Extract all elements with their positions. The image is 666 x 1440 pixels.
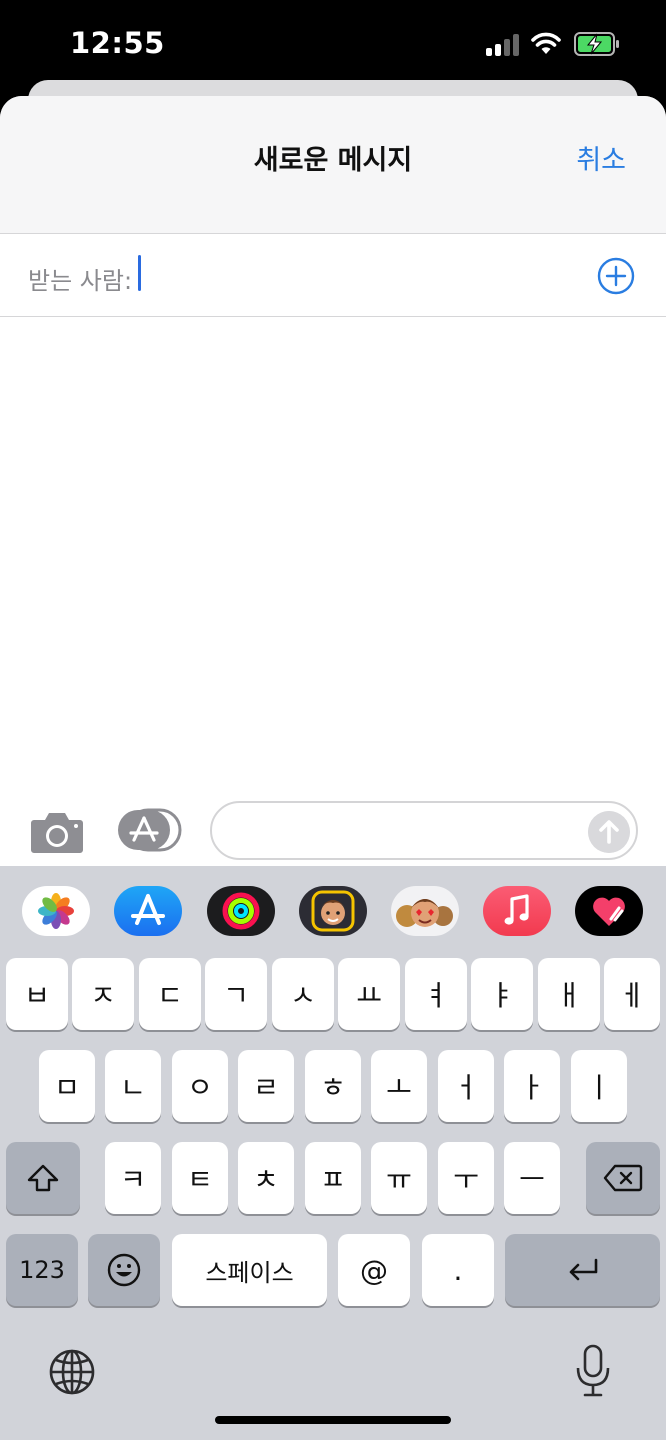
wifi-icon	[531, 32, 561, 54]
digital-touch-app-icon[interactable]	[575, 886, 643, 936]
text-cursor	[138, 255, 141, 291]
numbers-key-label: 123	[19, 1256, 65, 1284]
key[interactable]: ㅌ	[172, 1142, 228, 1214]
space-key[interactable]: 스페이스	[172, 1234, 327, 1306]
status-time: 12:55	[70, 26, 165, 60]
home-indicator	[215, 1416, 451, 1424]
message-input[interactable]	[210, 801, 638, 860]
recipient-field[interactable]: 받는 사람:	[0, 235, 666, 317]
key[interactable]: ㅁ	[39, 1050, 95, 1122]
key[interactable]: ㄷ	[139, 958, 201, 1030]
key[interactable]: ㅐ	[538, 958, 600, 1030]
keyboard: ㅂ ㅈ ㄷ ㄱ ㅅ ㅛ ㅕ ㅑ ㅐ ㅔ ㅁ ㄴ ㅇ ㄹ ㅎ ㅗ ㅓ ㅏ ㅣ ㅋ …	[0, 866, 666, 1440]
key[interactable]: ㅛ	[338, 958, 400, 1030]
key[interactable]: ㅔ	[604, 958, 660, 1030]
emoji-icon	[107, 1253, 141, 1287]
imessage-app-strip	[0, 866, 666, 954]
key[interactable]: ㄴ	[105, 1050, 161, 1122]
status-bar: 12:55	[0, 0, 666, 90]
battery-charging-icon	[574, 32, 619, 56]
emoji-key[interactable]	[88, 1234, 160, 1306]
memoji-app-icon[interactable]	[299, 886, 367, 936]
key[interactable]: ㅜ	[438, 1142, 494, 1214]
app-store-icon[interactable]	[118, 808, 182, 852]
activity-app-icon[interactable]	[207, 886, 275, 936]
key[interactable]: ㄹ	[238, 1050, 294, 1122]
key[interactable]: ㅏ	[504, 1050, 560, 1122]
key[interactable]: ㅣ	[571, 1050, 627, 1122]
add-contact-icon[interactable]	[597, 257, 635, 295]
numbers-key[interactable]: 123	[6, 1234, 78, 1306]
key[interactable]: ㅗ	[371, 1050, 427, 1122]
microphone-icon[interactable]	[574, 1344, 612, 1398]
photos-app-icon[interactable]	[22, 886, 90, 936]
key[interactable]: ㄱ	[205, 958, 267, 1030]
cancel-button[interactable]: 취소	[576, 138, 626, 177]
globe-icon[interactable]	[48, 1348, 96, 1396]
shift-icon	[27, 1164, 59, 1192]
send-arrow-icon[interactable]	[588, 811, 630, 853]
camera-icon[interactable]	[30, 810, 84, 854]
compose-bar	[0, 798, 666, 868]
recipient-label: 받는 사람:	[28, 267, 133, 295]
key[interactable]: ㅈ	[72, 958, 134, 1030]
return-key[interactable]	[505, 1234, 660, 1306]
app-store-app-icon[interactable]	[114, 886, 182, 936]
music-app-icon[interactable]	[483, 886, 551, 936]
key[interactable]: ㅑ	[471, 958, 533, 1030]
period-key[interactable]: .	[422, 1234, 494, 1306]
return-icon	[569, 1258, 597, 1281]
shift-key[interactable]	[6, 1142, 80, 1214]
key[interactable]: ㅕ	[405, 958, 467, 1030]
key[interactable]: ㅠ	[371, 1142, 427, 1214]
delete-icon	[603, 1164, 643, 1192]
key[interactable]: ㅊ	[238, 1142, 294, 1214]
cellular-signal-icon	[486, 34, 522, 56]
key[interactable]: ㅅ	[272, 958, 334, 1030]
key[interactable]: ㅍ	[305, 1142, 361, 1214]
space-key-label: 스페이스	[205, 1258, 294, 1287]
key[interactable]: ㅓ	[438, 1050, 494, 1122]
key[interactable]: ㅂ	[6, 958, 68, 1030]
key[interactable]: ㅡ	[504, 1142, 560, 1214]
at-key[interactable]: @	[338, 1234, 410, 1306]
delete-key[interactable]	[586, 1142, 660, 1214]
key[interactable]: ㅋ	[105, 1142, 161, 1214]
memoji-stickers-app-icon[interactable]	[391, 886, 459, 936]
key[interactable]: ㅇ	[172, 1050, 228, 1122]
navigation-bar: 새로운 메시지 취소	[0, 96, 666, 234]
key[interactable]: ㅎ	[305, 1050, 361, 1122]
page-title: 새로운 메시지	[253, 145, 413, 176]
